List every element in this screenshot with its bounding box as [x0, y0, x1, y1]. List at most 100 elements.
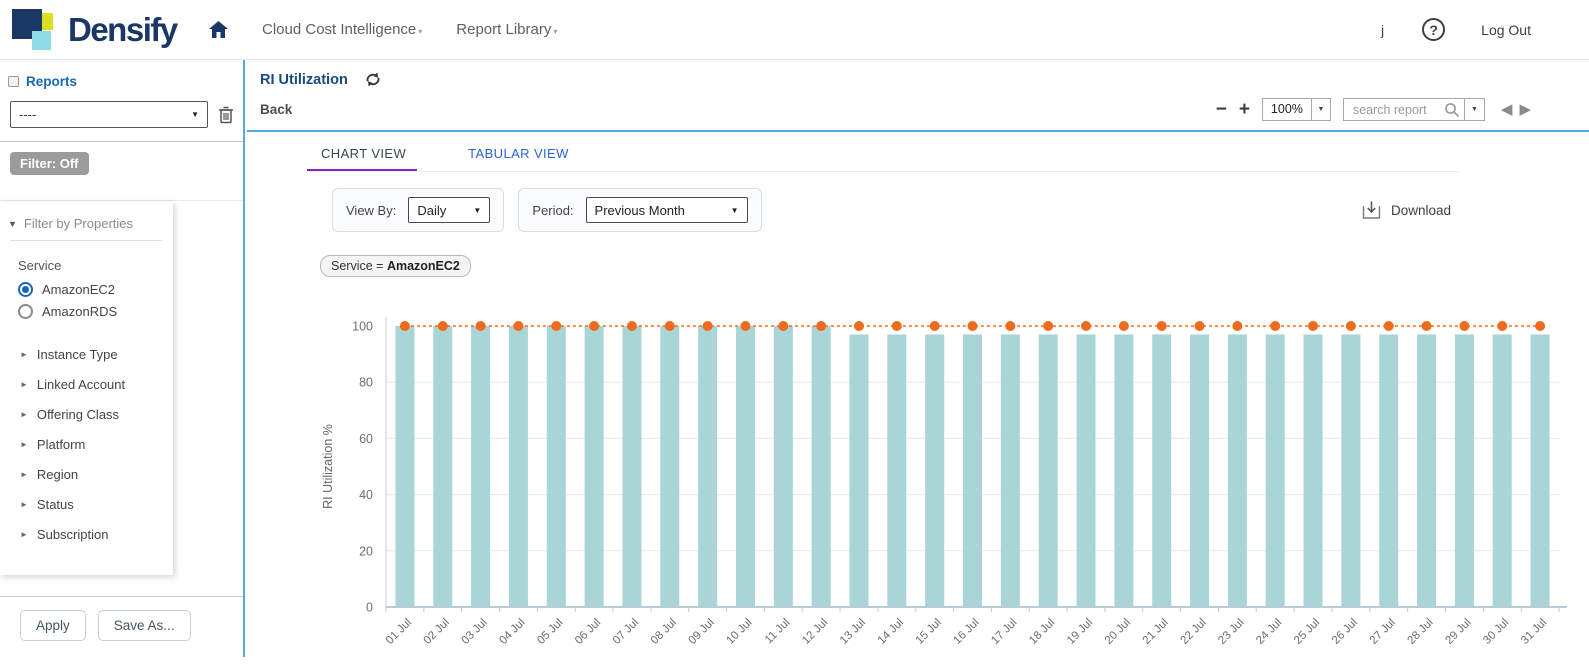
- bar-11-jul: [774, 326, 793, 607]
- densify-logo-icon: [10, 6, 60, 54]
- chevron-right-icon: ►: [20, 350, 28, 359]
- view-by-group: View By: Daily ▼: [332, 188, 504, 232]
- filter-group-instance-type[interactable]: ►Instance Type: [0, 339, 173, 369]
- bar-04-jul: [509, 326, 528, 607]
- y-tick-label: 80: [359, 376, 373, 390]
- chevron-down-icon: ▾: [418, 27, 422, 38]
- x-tick-label: 28 Jul: [1406, 617, 1436, 647]
- bar-05-jul: [547, 326, 566, 607]
- x-tick-label: 23 Jul: [1216, 617, 1246, 647]
- view-by-value: Daily: [417, 203, 446, 218]
- x-tick-label: 30 Jul: [1481, 617, 1511, 647]
- chevron-down-icon: ▼: [731, 206, 739, 215]
- zoom-out-button[interactable]: −: [1216, 100, 1227, 119]
- chevron-right-icon: ►: [20, 500, 28, 509]
- home-icon: [209, 21, 228, 38]
- target-dot-07-jul: [627, 321, 637, 331]
- search-options-button[interactable]: ▼: [1465, 98, 1485, 121]
- apply-button[interactable]: Apply: [20, 610, 86, 641]
- filter-group-offering-class[interactable]: ►Offering Class: [0, 399, 173, 429]
- view-by-select[interactable]: Daily ▼: [408, 197, 490, 223]
- back-button[interactable]: Back: [260, 102, 292, 117]
- panel-collapse-icon[interactable]: [8, 76, 19, 87]
- bar-20-jul: [1114, 334, 1133, 607]
- target-dot-19-jul: [1081, 321, 1091, 331]
- filter-group-subscription[interactable]: ►Subscription: [0, 519, 173, 549]
- y-tick-label: 100: [352, 320, 373, 334]
- download-icon: [1361, 200, 1382, 221]
- x-tick-label: 21 Jul: [1141, 617, 1171, 647]
- bar-01-jul: [395, 326, 414, 607]
- search-report-input[interactable]: [1351, 102, 1444, 118]
- view-by-label: View By:: [346, 203, 396, 218]
- help-button[interactable]: ?: [1422, 18, 1445, 41]
- service-option-label: AmazonRDS: [42, 304, 117, 319]
- y-tick-label: 40: [359, 488, 373, 502]
- nav-item-report-library[interactable]: Report Library▾: [456, 21, 557, 38]
- period-label: Period:: [532, 203, 573, 218]
- logo-text: Densify: [68, 11, 177, 49]
- bar-03-jul: [471, 326, 490, 607]
- service-option-amazonrds[interactable]: AmazonRDS: [18, 304, 173, 319]
- x-tick-label: 29 Jul: [1443, 617, 1473, 647]
- filter-divider: [10, 240, 162, 241]
- next-page-button[interactable]: ▶: [1519, 102, 1531, 117]
- bar-07-jul: [622, 326, 641, 607]
- x-tick-label: 05 Jul: [535, 617, 565, 647]
- densify-logo[interactable]: Densify: [10, 6, 195, 54]
- service-option-amazonec2[interactable]: AmazonEC2: [18, 282, 173, 297]
- y-axis-title: RI Utilization %: [321, 424, 335, 509]
- home-button[interactable]: [209, 21, 228, 38]
- target-dot-25-jul: [1308, 321, 1318, 331]
- report-select[interactable]: ---- ▼: [10, 101, 208, 128]
- report-select-value: ----: [19, 107, 36, 122]
- tab-chart-view[interactable]: CHART VIEW: [321, 146, 406, 161]
- radio-icon[interactable]: [18, 282, 33, 297]
- save-as-button[interactable]: Save As...: [98, 610, 191, 641]
- target-dot-01-jul: [400, 321, 410, 331]
- bar-17-jul: [1001, 334, 1020, 607]
- user-initial[interactable]: j: [1381, 22, 1384, 38]
- target-dot-30-jul: [1497, 321, 1507, 331]
- filter-group-region[interactable]: ►Region: [0, 459, 173, 489]
- x-tick-label: 07 Jul: [611, 617, 641, 647]
- refresh-button[interactable]: [364, 71, 382, 88]
- filter-group-label: Linked Account: [37, 377, 125, 392]
- period-select[interactable]: Previous Month ▼: [586, 197, 748, 223]
- y-tick-label: 0: [366, 601, 373, 615]
- previous-page-button[interactable]: ◀: [1501, 102, 1513, 117]
- search-icon[interactable]: [1444, 102, 1460, 118]
- radio-icon[interactable]: [18, 304, 33, 319]
- filter-chip-name: Service =: [331, 259, 387, 273]
- filter-group-status[interactable]: ►Status: [0, 489, 173, 519]
- filter-section-header[interactable]: ▼ Filter by Properties: [0, 216, 173, 231]
- zoom-in-button[interactable]: +: [1239, 100, 1250, 119]
- filter-chip-value: AmazonEC2: [387, 259, 460, 273]
- target-dot-09-jul: [703, 321, 713, 331]
- bar-15-jul: [925, 334, 944, 607]
- target-dot-16-jul: [968, 321, 978, 331]
- download-button[interactable]: Download: [1361, 200, 1459, 221]
- filter-group-linked-account[interactable]: ► Linked Account: [0, 369, 173, 399]
- chevron-down-icon: ▼: [191, 110, 199, 119]
- zoom-level-dropdown-button[interactable]: ▼: [1311, 99, 1330, 120]
- x-tick-label: 10 Jul: [724, 617, 754, 647]
- nav-item-cloud-cost-intelligence[interactable]: Cloud Cost Intelligence▾: [262, 21, 422, 38]
- bar-26-jul: [1341, 334, 1360, 607]
- tab-tabular-view[interactable]: TABULAR VIEW: [468, 146, 569, 161]
- delete-report-button[interactable]: [218, 106, 234, 124]
- x-tick-label: 16 Jul: [951, 617, 981, 647]
- zoom-level-select[interactable]: 100% ▼: [1262, 98, 1331, 121]
- logout-button[interactable]: Log Out: [1481, 22, 1531, 38]
- y-tick-label: 20: [359, 544, 373, 558]
- target-dot-13-jul: [854, 321, 864, 331]
- report-main: RI Utilization Back − + 100% ▼: [247, 60, 1589, 657]
- x-tick-label: 06 Jul: [573, 617, 603, 647]
- bar-13-jul: [849, 334, 868, 607]
- x-tick-label: 18 Jul: [1027, 617, 1057, 647]
- filter-group-platform[interactable]: ►Platform: [0, 429, 173, 459]
- chevron-down-icon: ▼: [8, 219, 17, 229]
- target-dot-14-jul: [892, 321, 902, 331]
- bar-22-jul: [1190, 334, 1209, 607]
- chevron-right-icon: ►: [20, 380, 28, 389]
